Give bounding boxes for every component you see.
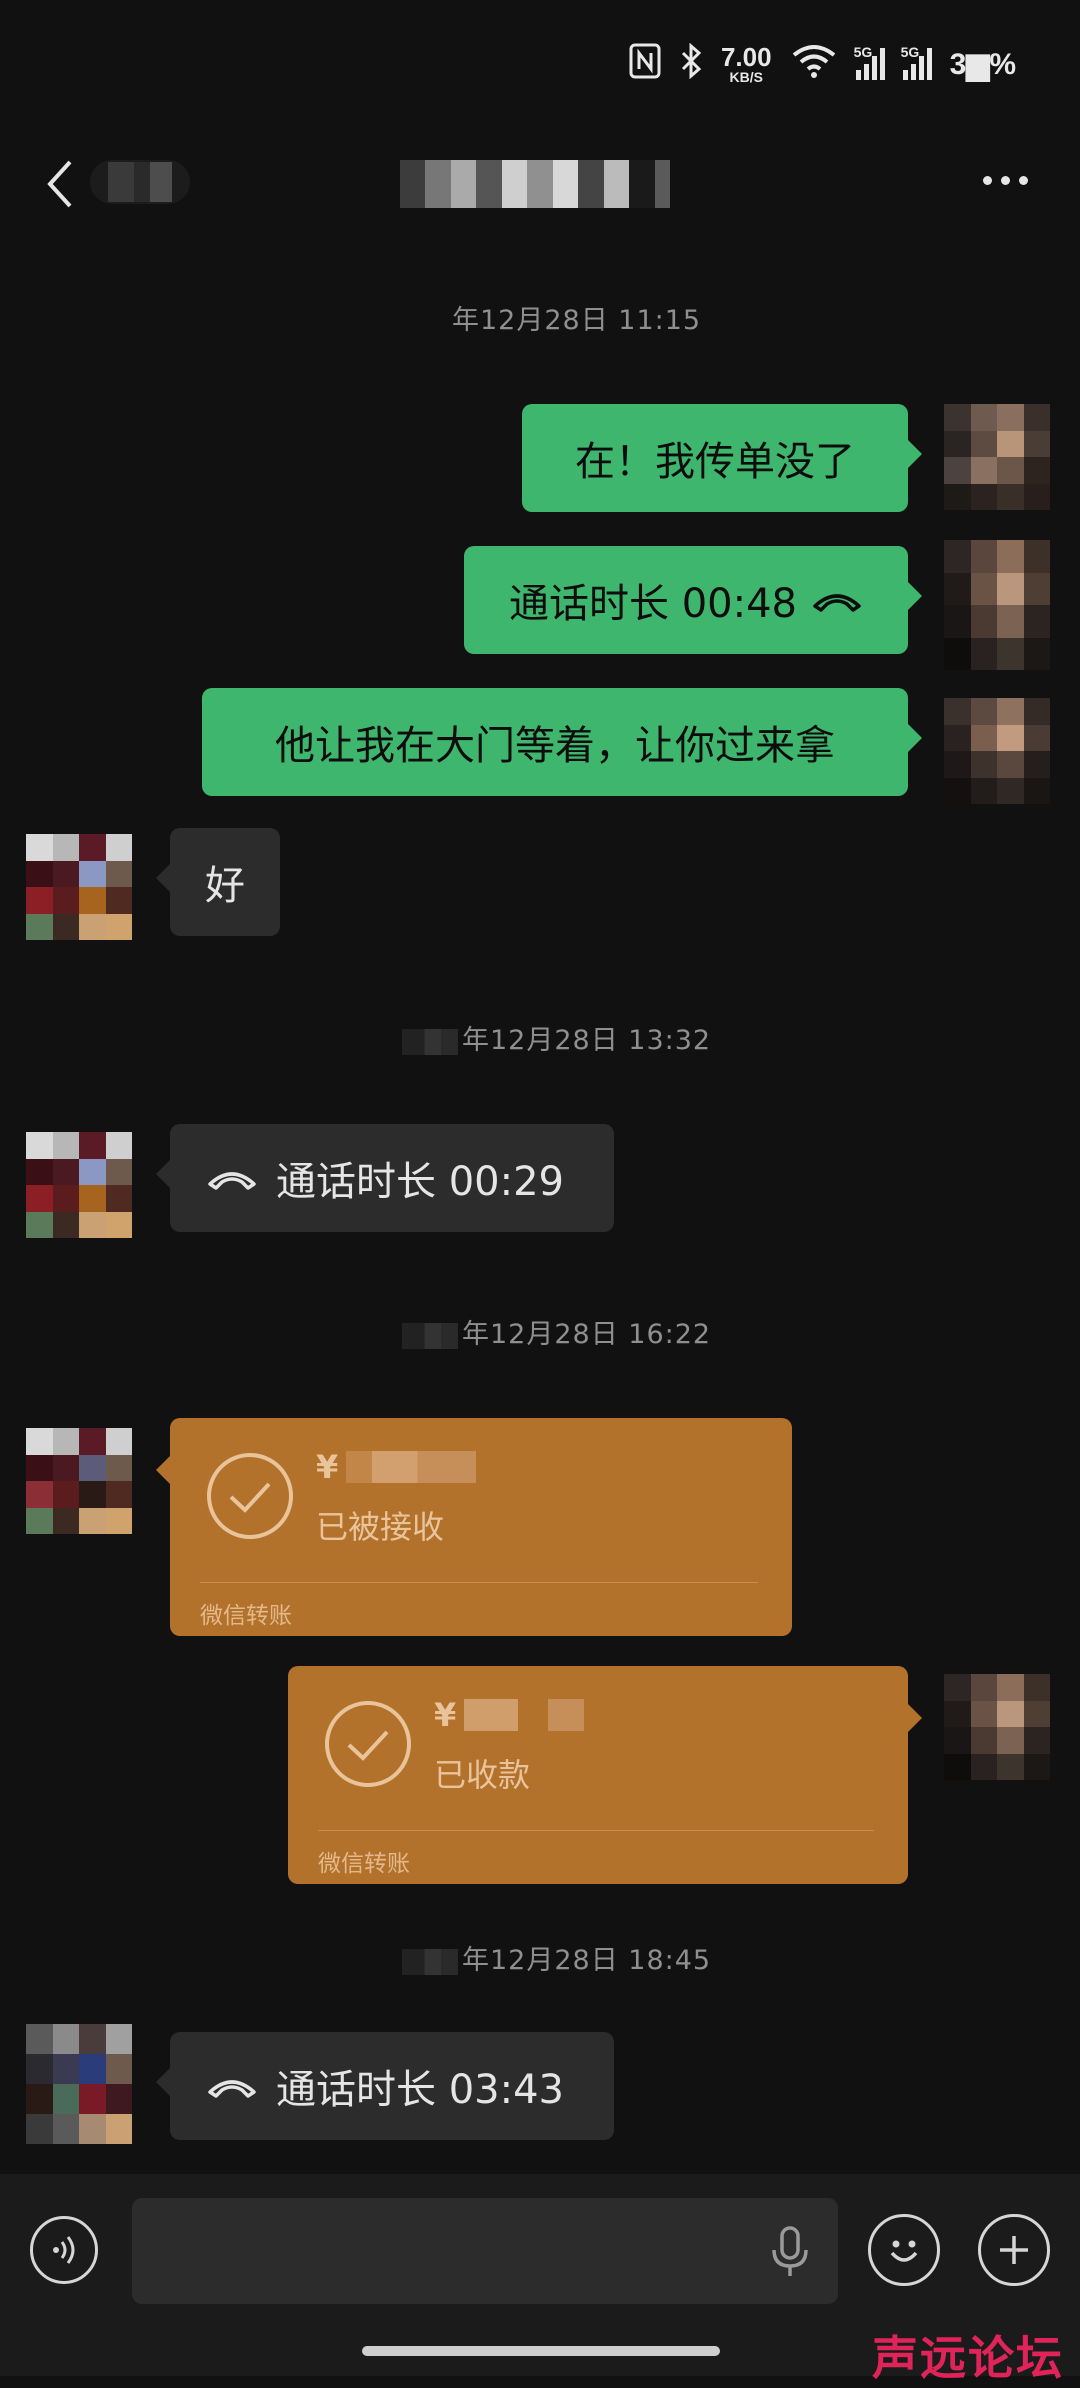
timestamp-text: 年12月28日 18:45 [462, 1945, 712, 1976]
voice-mode-icon [53, 2236, 75, 2264]
transfer-amount: ¥ [316, 1448, 477, 1486]
signal-2: 5G [901, 44, 932, 80]
call-icon [813, 594, 861, 612]
wifi-icon [790, 43, 838, 86]
my-avatar[interactable] [944, 1674, 1050, 1780]
my-avatar[interactable] [944, 404, 1050, 510]
card-divider [318, 1830, 874, 1831]
unread-count-redacted [90, 160, 190, 204]
check-circle-icon [207, 1453, 293, 1539]
sent-message[interactable]: 他让我在大门等着，让你过来拿 [202, 688, 922, 796]
microphone-button[interactable] [768, 2224, 812, 2284]
transfer-label: 微信转账 [318, 1851, 410, 1877]
timestamp-year-redacted [402, 1028, 458, 1055]
net-speed-unit: KB/S [729, 69, 763, 85]
timestamp: 年12月28日 16:22 [402, 1312, 711, 1351]
back-button[interactable] [40, 156, 84, 212]
call-duration-text: 通话时长 00:29 [276, 1159, 564, 1205]
signal-2-label: 5G [900, 44, 920, 60]
timestamp-text: 年12月28日 13:32 [462, 1025, 712, 1056]
call-duration-text: 通话时长 03:43 [276, 2067, 564, 2113]
call-icon [208, 1172, 256, 1190]
net-speed: 7.00 KB/S [721, 44, 772, 84]
forum-watermark: 声远论坛 [872, 2331, 1064, 2385]
transfer-status: 已收款 [434, 1756, 531, 1794]
contact-avatar[interactable] [26, 1428, 132, 1534]
timestamp-year-redacted [402, 1322, 458, 1349]
timestamp: 年12月28日 11:15 [452, 305, 702, 336]
call-duration-text: 通话时长 00:48 [509, 581, 797, 627]
nfc-icon [629, 43, 661, 86]
more-dots-icon [983, 176, 992, 185]
received-call-record[interactable]: 通话时长 03:43 [156, 2032, 614, 2140]
net-speed-value: 7.00 [720, 42, 772, 72]
transfer-label: 微信转账 [200, 1603, 292, 1629]
microphone-icon [772, 2226, 808, 2276]
received-message[interactable]: 好 [156, 828, 280, 936]
signal-1: 5G [854, 44, 885, 80]
check-circle-icon [325, 1701, 411, 1787]
timestamp: 年12月28日 13:32 [402, 1018, 711, 1057]
status-bar: 7.00 KB/S 5G 5G 3▆% [629, 38, 1016, 90]
plus-icon [1000, 2236, 1028, 2264]
transfer-card-received[interactable]: ¥ 已被接收 微信转账 [156, 1418, 792, 1636]
call-icon [208, 2080, 256, 2098]
sent-call-record[interactable]: 通话时长 00:48 [464, 546, 922, 654]
transfer-status: 已被接收 [316, 1508, 445, 1546]
signal-1-label: 5G [853, 44, 873, 60]
my-avatar[interactable] [944, 540, 1050, 670]
timestamp-text: 年12月28日 16:22 [462, 1319, 712, 1350]
my-avatar[interactable] [944, 698, 1050, 804]
amount-redacted [346, 1451, 477, 1483]
voice-mode-button[interactable] [30, 2216, 98, 2284]
chevron-left-icon [47, 160, 72, 208]
transfer-amount: ¥ [434, 1696, 585, 1734]
received-call-record[interactable]: 通话时长 00:29 [156, 1124, 614, 1232]
home-indicator[interactable] [362, 2346, 720, 2356]
currency-symbol: ¥ [316, 1448, 339, 1486]
timestamp-year-redacted [402, 1948, 458, 1975]
battery-text: 3▆% [949, 47, 1016, 81]
card-divider [200, 1582, 758, 1583]
transfer-card-sent[interactable]: ¥ 已收款 微信转账 [288, 1666, 922, 1884]
message-input[interactable] [132, 2198, 838, 2304]
plus-button[interactable] [978, 2214, 1050, 2286]
emoji-button[interactable] [868, 2214, 940, 2286]
sent-message[interactable]: 在！我传单没了 [522, 404, 922, 512]
emoji-icon [890, 2240, 918, 2262]
contact-avatar[interactable] [26, 1132, 132, 1238]
bluetooth-icon [679, 42, 703, 86]
amount-redacted [464, 1699, 585, 1731]
currency-symbol: ¥ [434, 1696, 457, 1734]
contact-avatar[interactable] [26, 834, 132, 940]
contact-avatar[interactable] [26, 2024, 132, 2144]
chat-title-redacted [400, 160, 670, 208]
more-button[interactable] [983, 176, 1028, 185]
timestamp: 年12月28日 18:45 [402, 1938, 711, 1977]
